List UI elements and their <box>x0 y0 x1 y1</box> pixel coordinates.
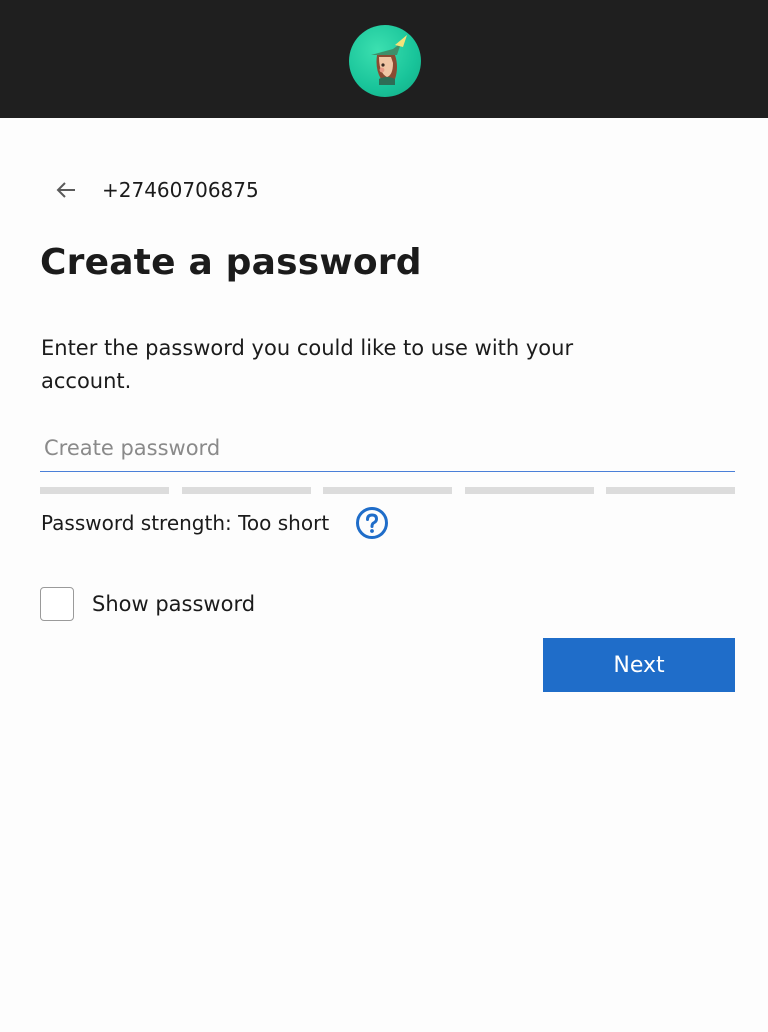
strength-segment <box>40 487 169 494</box>
strength-segment <box>464 487 594 494</box>
strength-row: Password strength: Too short <box>41 505 389 541</box>
show-password-row: Show password <box>40 585 255 623</box>
next-button[interactable]: Next <box>543 638 735 692</box>
strength-segment <box>323 487 452 494</box>
strength-segment <box>181 487 311 494</box>
arrow-left-icon[interactable] <box>52 176 80 204</box>
identity-row: +27460706875 <box>52 172 259 208</box>
question-circle-icon[interactable] <box>355 506 389 540</box>
show-password-checkbox[interactable] <box>40 587 74 621</box>
password-strength-meter <box>40 487 735 494</box>
page-description: Enter the password you could like to use… <box>41 336 574 393</box>
page-title: Create a password <box>40 242 422 283</box>
top-bar <box>0 0 768 118</box>
show-password-label[interactable]: Show password <box>92 592 255 616</box>
password-input[interactable] <box>40 424 735 472</box>
strength-label: Password strength: Too short <box>41 511 330 535</box>
strength-segment <box>606 487 735 494</box>
identity-phone: +27460706875 <box>102 178 259 202</box>
signup-panel: +27460706875 Create a password Enter the… <box>0 118 768 1032</box>
explorer-character-icon <box>349 25 421 97</box>
